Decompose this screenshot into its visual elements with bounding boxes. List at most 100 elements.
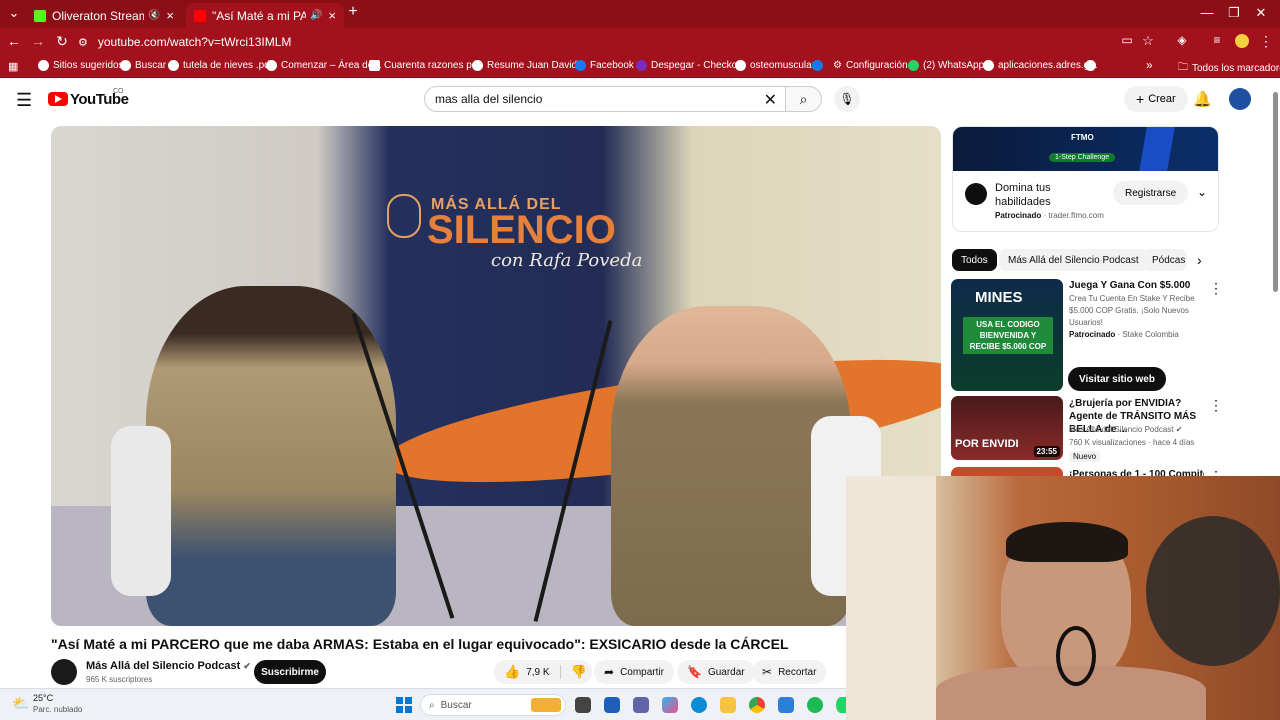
weather-temp[interactable]: 25°C xyxy=(33,693,53,703)
bookmark-item[interactable]: Comenzar – Área de... xyxy=(266,60,382,71)
sponsored-thumbnail[interactable]: MINES USA EL CODIGO BIENVENIDA Y RECIBE … xyxy=(951,279,1063,391)
new-tab-button[interactable]: + xyxy=(343,3,363,21)
bookmark-item[interactable]: Resume Juan David... xyxy=(472,60,585,71)
bookmark-item[interactable]: Buscar xyxy=(120,60,166,71)
weather-icon[interactable]: ⛅ xyxy=(12,695,29,712)
bookmark-item[interactable]: ⚙ Configuración xyxy=(833,60,908,71)
chevron-right-icon[interactable]: › xyxy=(1197,252,1202,268)
bookmark-item[interactable]: tutela de nieves .pdf xyxy=(168,60,273,71)
cast-icon[interactable]: ▭ xyxy=(1117,33,1137,47)
show-brand-line2: SILENCIO xyxy=(427,208,616,252)
chip-podcasts[interactable]: Pódcas xyxy=(1143,249,1187,271)
vscode-icon[interactable] xyxy=(778,697,794,713)
bookmark-item[interactable]: aplicaciones.adres.g... xyxy=(983,60,1098,71)
address-bar[interactable]: ⚙ youtube.com/watch?v=tWrci13IMLM xyxy=(78,31,1118,53)
menu-icon[interactable]: ⋮ xyxy=(1256,33,1276,50)
chevron-down-icon[interactable]: ⌄ xyxy=(1197,185,1207,199)
youtube-logo-icon[interactable] xyxy=(48,92,68,106)
share-button[interactable]: ➦ Compartir xyxy=(594,660,674,684)
reload-icon[interactable]: ↻ xyxy=(52,33,72,50)
folder-icon: 🗀 xyxy=(1178,62,1188,73)
bookmark-item[interactable]: Facebook xyxy=(575,60,634,71)
share-icon: ➦ xyxy=(604,665,615,679)
subscribe-button[interactable]: Suscribirme xyxy=(254,660,326,684)
site-info-icon[interactable]: ⚙ xyxy=(78,36,88,49)
windows-taskbar: ⛅ 25°C Parc. nublado ⌕ Buscar xyxy=(0,688,846,720)
like-icon[interactable]: 👍 xyxy=(504,664,520,680)
account-avatar[interactable] xyxy=(1229,88,1251,110)
teams-icon[interactable] xyxy=(633,697,649,713)
extensions-icon[interactable]: ◈ xyxy=(1172,33,1192,47)
profile-avatar[interactable] xyxy=(1235,34,1249,48)
more-actions-icon[interactable]: ⋮ xyxy=(1209,280,1223,297)
chip-channel[interactable]: Más Allá del Silencio Podcast xyxy=(999,249,1148,271)
like-count[interactable]: 7,9 K xyxy=(526,667,549,678)
clip-button[interactable]: ✂ Recortar xyxy=(752,660,827,684)
video-thumbnail[interactable]: POR ENVIDI 23:55 xyxy=(951,396,1063,460)
minimize-icon[interactable]: — xyxy=(1197,5,1217,20)
muted-icon[interactable]: 🔇 xyxy=(148,10,160,21)
edge-icon[interactable] xyxy=(691,697,707,713)
media-controls-icon[interactable]: ≡ xyxy=(1207,33,1227,47)
sidebar-ad-card[interactable]: FTMO 1-Step Challenge Domina tus habilid… xyxy=(952,126,1219,232)
weather-desc[interactable]: Parc. nublado xyxy=(33,705,82,714)
ad-banner[interactable]: FTMO 1-Step Challenge xyxy=(953,127,1218,171)
sponsored-title[interactable]: Juega Y Gana Con $5.000 xyxy=(1069,279,1204,292)
tab-search-icon[interactable]: ⌄ xyxy=(4,5,24,21)
store-icon[interactable] xyxy=(604,697,620,713)
bookmark-item[interactable] xyxy=(1085,60,1100,71)
windows-start-icon[interactable] xyxy=(396,697,412,713)
spotify-icon[interactable] xyxy=(807,697,823,713)
visit-site-button[interactable]: Visitar sitio web xyxy=(1068,367,1166,391)
channel-name[interactable]: Más Allá del Silencio Podcast ✔ xyxy=(86,660,251,672)
channel-name[interactable]: Más Allá del Silencio Podcast ✔ xyxy=(1069,424,1204,436)
bookmark-item[interactable]: Despegar - Checkout xyxy=(636,60,746,71)
dislike-icon[interactable]: 👎 xyxy=(571,664,587,680)
close-tab-icon[interactable]: × xyxy=(166,8,174,23)
search-input[interactable]: mas alla del silencio ✕ xyxy=(424,86,786,112)
clear-search-icon[interactable]: ✕ xyxy=(764,90,777,110)
search-highlight-icon xyxy=(531,698,561,712)
notifications-bell-icon[interactable]: 🔔 xyxy=(1193,90,1212,108)
create-button[interactable]: + Crear xyxy=(1124,86,1188,112)
video-player[interactable]: MÁS ALLÁ DEL SILENCIO con Rafa Poveda xyxy=(51,126,941,626)
maximize-icon[interactable]: ❐ xyxy=(1224,5,1244,21)
audio-icon[interactable]: 🔊 xyxy=(310,10,322,21)
file-explorer-icon[interactable] xyxy=(720,697,736,713)
tab-oliveraton[interactable]: Oliveraton Stream - Watch 🔇 × xyxy=(26,3,182,28)
host-chair xyxy=(111,426,171,596)
taskbar-search[interactable]: ⌕ Buscar xyxy=(420,694,566,716)
forward-icon[interactable]: → xyxy=(28,33,48,49)
search-icon: ⌕ xyxy=(799,90,808,107)
task-view-icon[interactable] xyxy=(575,697,591,713)
bookmark-icon xyxy=(120,60,131,71)
search-icon: ⌕ xyxy=(429,699,435,711)
bookmark-star-icon[interactable]: ☆ xyxy=(1138,33,1158,49)
copilot-icon[interactable] xyxy=(662,697,678,713)
voice-search-button[interactable]: 🎙 xyxy=(834,86,860,112)
more-bookmarks-icon[interactable]: » xyxy=(1146,58,1153,72)
chip-all[interactable]: Todos xyxy=(952,249,997,271)
bookmark-icon xyxy=(38,60,49,71)
tab-youtube-video[interactable]: "Así Maté a mi PARCERO qu 🔊 × xyxy=(186,3,344,28)
whatsapp-icon[interactable] xyxy=(836,697,846,713)
back-icon[interactable]: ← xyxy=(4,33,24,49)
ad-register-button[interactable]: Registrarse xyxy=(1113,181,1189,205)
close-tab-icon[interactable]: × xyxy=(328,8,336,23)
apps-icon[interactable]: ▦ xyxy=(8,60,18,73)
bookmark-item[interactable]: osteomuscular xyxy=(735,60,815,71)
close-window-icon[interactable]: ✕ xyxy=(1251,5,1271,21)
hamburger-menu-icon[interactable]: ☰ xyxy=(16,90,32,111)
page-scrollbar[interactable] xyxy=(1273,92,1278,292)
bookmark-item[interactable]: Sitios sugeridos xyxy=(38,60,124,71)
more-actions-icon[interactable]: ⋮ xyxy=(1209,397,1223,414)
all-bookmarks-folder[interactable]: 🗀Todos los marcadores xyxy=(1178,60,1280,77)
chrome-icon[interactable] xyxy=(749,697,765,713)
save-button[interactable]: 🔖 Guardar xyxy=(677,660,755,684)
browser-toolbar: ← → ↻ ⚙ youtube.com/watch?v=tWrci13IMLM … xyxy=(0,28,1280,56)
channel-avatar[interactable] xyxy=(51,659,77,685)
search-button[interactable]: ⌕ xyxy=(786,86,822,112)
bookmark-item[interactable]: Cuarenta razones p... xyxy=(369,60,480,71)
bookmark-item[interactable]: (2) WhatsApp xyxy=(908,60,984,71)
bookmark-item[interactable] xyxy=(812,60,827,71)
